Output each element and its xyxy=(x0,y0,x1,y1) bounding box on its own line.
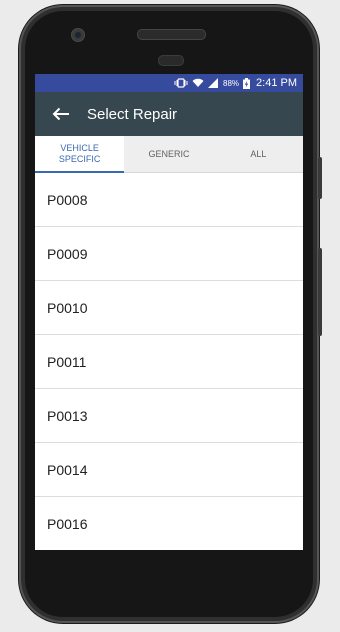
page-title: Select Repair xyxy=(87,105,178,123)
back-button[interactable] xyxy=(35,92,87,136)
tab-label: GENERIC xyxy=(148,148,190,159)
tab-label: VEHICLE SPECIFIC xyxy=(58,143,101,164)
proximity-sensor xyxy=(158,55,184,66)
list-item[interactable]: P0009 xyxy=(35,227,303,281)
list-item[interactable]: P0011 xyxy=(35,335,303,389)
wifi-icon xyxy=(192,78,204,88)
list-item[interactable]: P0010 xyxy=(35,281,303,335)
earpiece-speaker xyxy=(137,29,206,40)
repair-list: P0008 P0009 P0010 P0011 P0013 P0014 P001… xyxy=(35,173,303,550)
tab-vehicle-specific[interactable]: VEHICLE SPECIFIC xyxy=(35,136,125,173)
list-item[interactable]: P0014 xyxy=(35,443,303,497)
status-bar: 88% 2:41 PM xyxy=(35,74,303,92)
volume-button xyxy=(318,248,322,336)
tab-bar: VEHICLE SPECIFIC GENERIC ALL xyxy=(35,136,303,173)
power-button xyxy=(318,157,322,199)
tab-all[interactable]: ALL xyxy=(214,136,303,172)
tab-label: ALL xyxy=(250,148,267,159)
app-screen: 88% 2:41 PM Select Repair VEHICLE SPECIF… xyxy=(35,74,303,550)
list-item[interactable]: P0013 xyxy=(35,389,303,443)
battery-percent: 88% xyxy=(223,78,240,88)
signal-icon xyxy=(208,78,219,88)
app-bar: Select Repair xyxy=(35,92,303,136)
battery-charging-icon xyxy=(243,77,251,89)
vibrate-icon xyxy=(174,78,188,88)
list-item[interactable]: P0016 xyxy=(35,497,303,550)
tab-generic[interactable]: GENERIC xyxy=(124,136,213,172)
arrow-back-icon xyxy=(52,107,69,121)
list-item[interactable]: P0008 xyxy=(35,173,303,227)
front-camera-icon xyxy=(71,28,85,42)
status-time: 2:41 PM xyxy=(256,77,297,89)
